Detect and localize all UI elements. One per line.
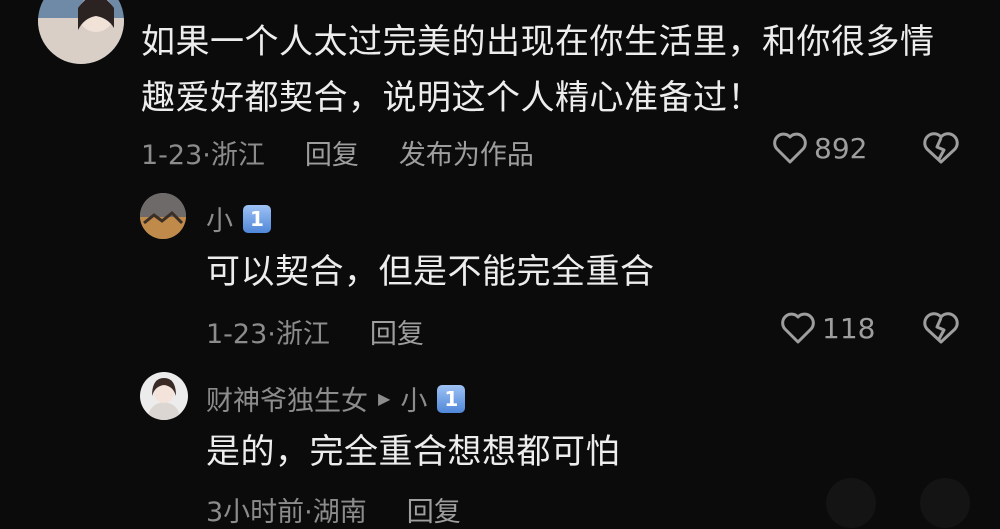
comment-1-meta: 1-23·浙江 回复 发布为作品 (141, 133, 574, 172)
heart-outline-icon (780, 311, 816, 345)
comment-2-date: 1-23·浙江 (206, 319, 330, 350)
comment-3-dislike-placeholder[interactable] (920, 478, 970, 528)
comment-3-meta: 3小时前·湖南 回复 (206, 490, 501, 529)
comment-1-reply-button[interactable]: 回复 (305, 133, 359, 172)
heart-outline-icon (772, 131, 808, 165)
comment-3-reply-to-username[interactable]: 小 (400, 379, 427, 418)
triangle-right-icon: ▶ (378, 389, 391, 408)
broken-heart-icon (922, 131, 960, 165)
comment-1-text: 如果一个人太过完美的出现在你生活里，和你很多情趣爱好都契合，说明这个人精心准备过… (141, 22, 935, 118)
comment-2-badge: 1 (243, 204, 271, 233)
comment-2-username-row: 小 1 (206, 199, 271, 238)
comment-2-reply-button[interactable]: 回复 (370, 312, 424, 351)
comment-3-like-placeholder[interactable] (826, 478, 876, 528)
comment-1-like-count: 892 (814, 131, 868, 165)
broken-heart-icon (922, 311, 960, 345)
comment-3-reply-button[interactable]: 回复 (407, 490, 461, 529)
comment-1-dislike-button[interactable] (922, 131, 960, 165)
comment-3-date: 3小时前·湖南 (206, 497, 367, 528)
comment-1-date: 1-23·浙江 (141, 140, 265, 171)
comment-3-username[interactable]: 财神爷独生女 (206, 379, 368, 418)
avatar-commenter-1[interactable] (38, 0, 124, 64)
comment-1-like-button[interactable]: 892 (772, 131, 867, 165)
comment-3-text: 是的，完全重合想想都可怕 (206, 432, 620, 472)
comment-1-publish-button[interactable]: 发布为作品 (399, 133, 534, 172)
comment-2-like-count: 118 (822, 311, 876, 345)
comment-2-text: 可以契合，但是不能完全重合 (206, 252, 655, 292)
comment-2-dislike-button[interactable] (922, 311, 960, 345)
avatar-commenter-2[interactable] (140, 193, 186, 239)
comment-3-badge: 1 (437, 384, 466, 413)
comment-2-like-button[interactable]: 118 (780, 311, 875, 345)
comment-3-username-row: 财神爷独生女 ▶ 小 1 (206, 379, 466, 418)
comment-2-username[interactable]: 小 (206, 199, 233, 238)
comment-2-meta: 1-23·浙江 回复 (206, 312, 464, 351)
avatar-commenter-3[interactable] (140, 372, 188, 420)
